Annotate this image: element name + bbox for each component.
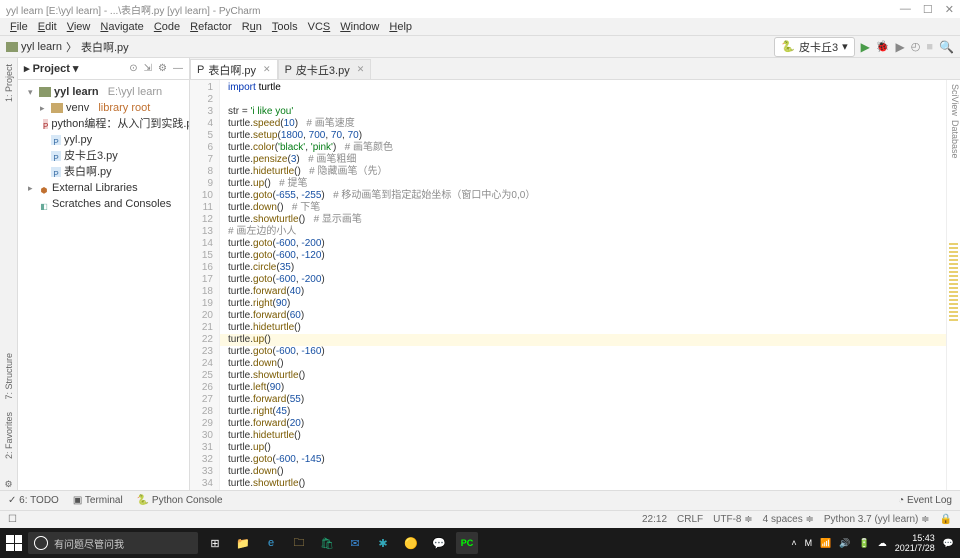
taskbar-app[interactable]: 📁	[232, 532, 254, 554]
status-info-icon[interactable]: ☐	[8, 514, 17, 525]
notifications-icon[interactable]: 💬	[943, 538, 954, 549]
tree-py1[interactable]: Pyyl.py	[20, 132, 187, 148]
breadcrumb-bar: yyl learn 〉 表白啊.py 🐍 皮卡丘3 ▾ ▶ 🐞 ▶ ◴ ■ 🔍	[0, 36, 960, 58]
taskbar-mail[interactable]: ✉	[344, 532, 366, 554]
taskbar-clock[interactable]: 15:432021/7/28	[895, 533, 935, 553]
close-tab-icon[interactable]: ✕	[263, 64, 271, 75]
windows-taskbar: 有问题尽管问我 ⊞ 📁 e 🗀 🛍 ✉ ✱ 🟡 💬 PC ˄ M 📶 🔊 🔋 ☁…	[0, 528, 960, 558]
tool-todo[interactable]: ✓ 6: TODO	[8, 495, 59, 506]
project-panel: ▸ Project ▾ ⊙ ⇲ ⚙ ― ▾yyl learn E:\yyl le…	[18, 58, 190, 490]
chevron-down-icon: ▾	[842, 40, 848, 53]
editor-area: P表白啊.py✕ P皮卡丘3.py✕ 123456789101112131415…	[190, 58, 960, 490]
menu-navigate[interactable]: Navigate	[96, 20, 147, 34]
breadcrumb-file[interactable]: 表白啊.py	[81, 39, 129, 55]
tray-volume-icon[interactable]: 🔊	[839, 538, 850, 549]
menu-vcs[interactable]: VCS	[304, 20, 335, 34]
status-bar: ☐ 22:12 CRLF UTF-8 ≑ 4 spaces ≑ Python 3…	[0, 510, 960, 528]
task-view-icon[interactable]: ⊞	[204, 532, 226, 554]
tree-external-libs[interactable]: ▸⬢External Libraries	[20, 180, 187, 196]
menu-edit[interactable]: Edit	[34, 20, 61, 34]
bottom-toolbar: ✓ 6: TODO ▣ Terminal 🐍 Python Console ◔ …	[0, 490, 960, 510]
tray-cloud-icon[interactable]: ☁	[878, 538, 887, 549]
line-gutter[interactable]: 1234567891011121314151617181920212223242…	[190, 80, 220, 490]
settings-icon[interactable]: ⚙	[4, 479, 12, 490]
tree-pdf[interactable]: Ppython编程：从入门到实践.pdf	[20, 116, 187, 132]
menu-help[interactable]: Help	[385, 20, 416, 34]
menu-refactor[interactable]: Refactor	[186, 20, 236, 34]
taskbar-store[interactable]: 🛍	[316, 532, 338, 554]
tool-python-console[interactable]: 🐍 Python Console	[137, 495, 223, 506]
taskbar-chrome[interactable]: 🟡	[400, 532, 422, 554]
hide-panel-icon[interactable]: ―	[173, 63, 183, 74]
search-everywhere-icon[interactable]: 🔍	[939, 40, 954, 54]
menu-tools[interactable]: Tools	[268, 20, 302, 34]
stop-button[interactable]: ■	[926, 41, 933, 53]
tab-file-1[interactable]: P表白啊.py✕	[190, 59, 278, 79]
tab-file-2[interactable]: P皮卡丘3.py✕	[278, 59, 372, 79]
menu-run[interactable]: Run	[238, 20, 266, 34]
tree-py2[interactable]: P皮卡丘3.py	[20, 148, 187, 164]
tree-venv[interactable]: ▸venv library root	[20, 100, 187, 116]
rail-favorites[interactable]: 2: Favorites	[4, 412, 14, 459]
taskbar-explorer[interactable]: 🗀	[288, 532, 310, 554]
gear-icon[interactable]: ⚙	[158, 63, 167, 74]
debug-button[interactable]: 🐞	[876, 40, 890, 53]
python-icon: 🐍	[781, 40, 795, 53]
run-config-selector[interactable]: 🐍 皮卡丘3 ▾	[774, 37, 854, 57]
tree-scratches[interactable]: ◧Scratches and Consoles	[20, 196, 187, 212]
rail-project[interactable]: 1: Project	[4, 64, 14, 102]
close-icon[interactable]: ✕	[945, 3, 954, 16]
taskbar-app2[interactable]: ✱	[372, 532, 394, 554]
menu-file[interactable]: File	[6, 20, 32, 34]
status-encoding[interactable]: UTF-8 ≑	[713, 514, 753, 525]
minimize-icon[interactable]: ―	[900, 3, 911, 16]
rail-sciview[interactable]: SciView	[947, 84, 960, 116]
editor-tabs: P表白啊.py✕ P皮卡丘3.py✕	[190, 58, 960, 80]
menubar: File Edit View Navigate Code Refactor Ru…	[0, 18, 960, 36]
window-titlebar: yyl learn [E:\yyl learn] - ...\表白啊.py [y…	[0, 0, 960, 18]
tray-battery-icon[interactable]: 🔋	[859, 538, 870, 549]
collapse-all-icon[interactable]: ⇲	[144, 63, 152, 74]
scroll-from-source-icon[interactable]: ⊙	[129, 63, 137, 74]
rail-structure[interactable]: 7: Structure	[4, 353, 14, 400]
project-tree[interactable]: ▾yyl learn E:\yyl learn ▸venv library ro…	[18, 80, 189, 490]
profiler-button[interactable]: ◴	[911, 40, 921, 53]
window-title: yyl learn [E:\yyl learn] - ...\表白啊.py [y…	[6, 2, 261, 17]
tree-py3[interactable]: P表白啊.py	[20, 164, 187, 180]
taskbar-pycharm[interactable]: PC	[456, 532, 478, 554]
menu-view[interactable]: View	[63, 20, 95, 34]
project-view-select[interactable]: ▸ Project ▾	[24, 62, 78, 75]
left-tool-rail: 1: Project 7: Structure 2: Favorites ⚙	[0, 58, 18, 490]
run-coverage-button[interactable]: ▶	[896, 40, 905, 54]
folder-icon	[6, 42, 18, 52]
code-editor[interactable]: import turtle str = 'i like you'turtle.s…	[220, 80, 946, 490]
breadcrumb-root[interactable]: yyl learn	[21, 41, 62, 53]
right-marker-rail[interactable]: SciView Database	[946, 80, 960, 490]
run-button[interactable]: ▶	[861, 40, 870, 54]
close-tab-icon[interactable]: ✕	[357, 64, 365, 75]
status-line-sep[interactable]: CRLF	[677, 514, 703, 525]
menu-code[interactable]: Code	[150, 20, 184, 34]
tray-network-icon[interactable]: 📶	[820, 538, 831, 549]
status-caret-pos[interactable]: 22:12	[642, 514, 667, 525]
status-indent[interactable]: 4 spaces ≑	[763, 514, 814, 525]
taskbar-wechat[interactable]: 💬	[428, 532, 450, 554]
start-button[interactable]	[6, 535, 22, 551]
taskbar-edge[interactable]: e	[260, 532, 282, 554]
cortana-icon	[34, 536, 48, 550]
tool-terminal[interactable]: ▣ Terminal	[73, 495, 123, 506]
taskbar-search[interactable]: 有问题尽管问我	[28, 532, 198, 554]
maximize-icon[interactable]: ☐	[923, 3, 933, 16]
lock-icon[interactable]: 🔒	[940, 514, 952, 525]
menu-window[interactable]: Window	[336, 20, 383, 34]
rail-database[interactable]: Database	[947, 120, 960, 159]
status-interpreter[interactable]: Python 3.7 (yyl learn) ≑	[824, 514, 930, 525]
tool-event-log[interactable]: ◔ Event Log	[898, 495, 952, 506]
tree-root[interactable]: ▾yyl learn E:\yyl learn	[20, 84, 187, 100]
